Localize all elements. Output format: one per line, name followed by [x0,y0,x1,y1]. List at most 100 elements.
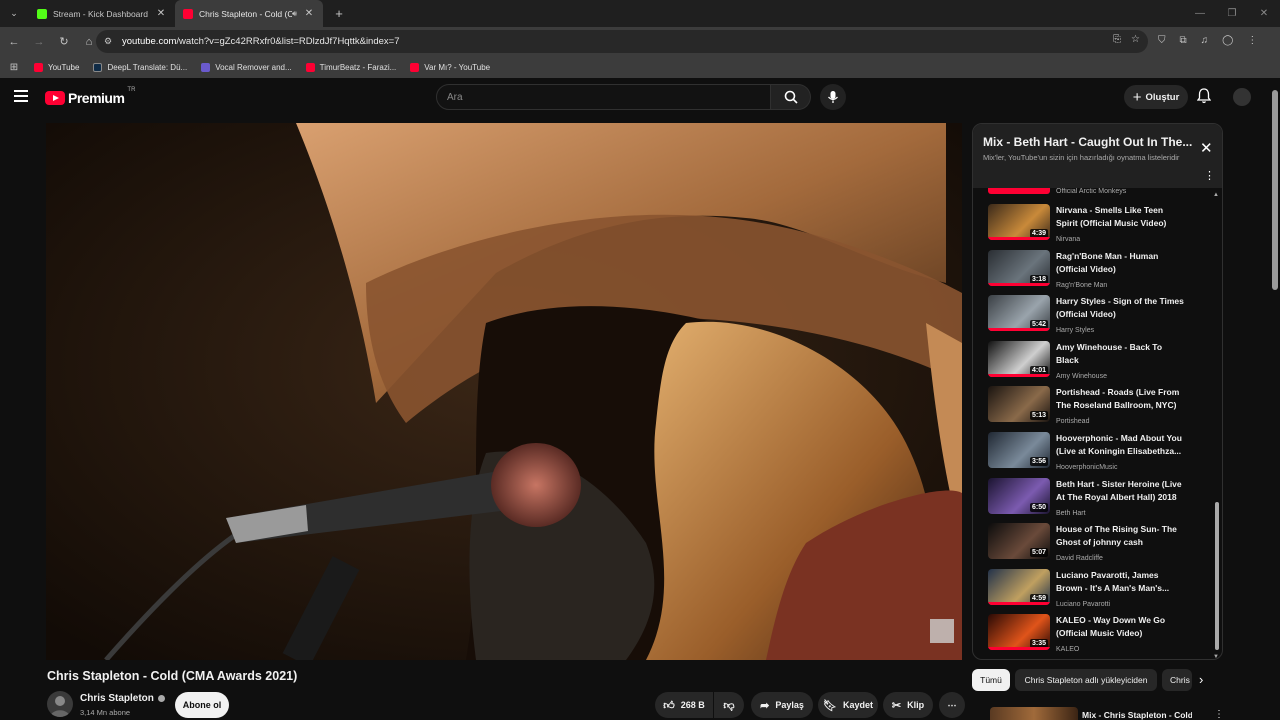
close-tab-icon[interactable]: ✕ [155,8,167,19]
bookmark-deepl[interactable]: DeepL Translate: Dü... [93,62,187,72]
apps-grid-icon[interactable]: ⊞ [2,62,26,73]
bookmark-label: YouTube [48,62,80,72]
playlist-item-thumbnail[interactable]: 4:01 [988,340,1050,377]
bookmark-star-icon[interactable]: ☆ [1131,34,1140,45]
close-window-button[interactable]: ✕ [1248,0,1280,27]
dislike-button[interactable]: 👎︎ [714,692,744,718]
account-avatar[interactable] [1233,88,1251,106]
url-field[interactable]: ⚙ youtube.com/watch?v=gZc42RRxfr0&list=R… [96,30,1148,53]
reload-button[interactable]: ↻ [53,35,75,48]
recommendation-thumbnail[interactable] [990,707,1078,720]
playlist-item-thumbnail[interactable]: 3:56 [988,432,1050,468]
guide-menu-icon[interactable] [14,90,28,102]
close-tab-icon[interactable]: ✕ [303,8,315,19]
search-button[interactable] [771,84,811,110]
duration-badge: 5:13 [1029,411,1048,421]
save-button[interactable]: 🔖︎ Kaydet [818,692,878,718]
playlist-item-thumbnail[interactable]: 4:59 [988,568,1050,605]
playlist-item[interactable]: 4:59 Luciano Pavarotti, James Brown - It'… [988,568,1213,611]
playlist-item[interactable]: 5:42 Harry Styles - Sign of the Times (Of… [988,295,1213,337]
tab-kick-dashboard[interactable]: Stream - Kick Dashboard ✕ [29,0,175,27]
scroll-up-icon[interactable]: ▲ [1213,192,1219,198]
close-playlist-icon[interactable]: ✕ [1200,139,1213,157]
bookmark-vocal-remover[interactable]: Vocal Remover and... [201,62,292,72]
youtube-play-logo-icon [45,91,65,105]
playlist-item-thumbnail[interactable]: 4:39 [988,204,1050,240]
extensions-icon[interactable]: ⧉ [1180,35,1187,46]
share-button[interactable]: ➦ Paylaş [751,692,813,718]
window-controls: — ❐ ✕ [1184,0,1280,27]
channel-name[interactable]: Chris Stapleton [80,693,165,704]
playlist-item-thumbnail[interactable]: 5:07 [988,523,1050,560]
tab-youtube-video[interactable]: Chris Stapleton - Cold (CM 🔊︎ ✕ [175,0,323,27]
channel-avatar[interactable] [47,691,73,717]
recommendation-more-icon[interactable]: ⋮ [1214,709,1224,720]
profile-icon[interactable]: ◯ [1222,35,1233,46]
watched-progress-bar [988,282,1050,286]
playlist-scroll-thumb[interactable] [1215,502,1219,650]
playlist-item-thumbnail[interactable]: 3:35 [988,614,1050,651]
page-scrollbar[interactable] [1270,78,1280,720]
country-code: TR [127,87,136,93]
more-actions-button[interactable]: ⋯ [939,692,965,718]
partial-item-thumbnail[interactable] [988,188,1050,194]
playlist-item[interactable]: 5:07 House of The Rising Sun- The Ghost o… [988,523,1213,565]
playlist-item-thumbnail[interactable]: 3:18 [988,249,1050,286]
playlist-more-icon[interactable]: ⋮ [1204,169,1215,182]
playlist-item-thumbnail[interactable]: 6:50 [988,477,1050,514]
voice-search-button[interactable] [820,84,846,110]
clip-button[interactable]: ✂ Klip [883,692,933,718]
playlist-item-thumbnail[interactable]: 5:42 [988,295,1050,332]
chip-chris[interactable]: Chris [1162,669,1192,691]
playlist-item[interactable]: 3:35 KALEO - Way Down We Go (Official Mus… [988,614,1213,656]
scroll-down-icon[interactable]: ▼ [1213,654,1219,659]
save-label: Kaydet [842,700,873,710]
browser-menu-icon[interactable]: ⋮ [1247,35,1257,46]
notifications-button[interactable] [1196,88,1212,109]
maximize-button[interactable]: ❐ [1216,0,1248,27]
tab-search-button[interactable]: ⌄ [3,4,25,24]
playlist-item-title: Harry Styles - Sign of the Times (Offici… [1056,296,1184,320]
media-control-icon[interactable]: ♫ [1201,35,1209,46]
playlist-item-thumbnail[interactable]: 5:13 [988,386,1050,423]
like-button[interactable]: 👍︎ 268 B [655,692,713,718]
bookmark-var-mi[interactable]: Var Mı? - YouTube [410,62,490,72]
video-player[interactable] [46,123,962,660]
youtube-premium-logo[interactable]: Premium TR [45,87,136,106]
watched-progress-bar [988,647,1050,651]
chip-uploader[interactable]: Chris Stapleton adlı yükleyiciden [1015,669,1157,691]
scissors-icon: ✂ [891,699,902,712]
playlist-item[interactable]: 5:13 Portishead - Roads (Live From The Ro… [988,386,1213,428]
playlist-item-title: Rag'n'Bone Man - Human (Official Video) [1056,250,1159,274]
cast-icon[interactable]: ⎘ [1113,34,1121,45]
vocal-remover-icon [201,62,211,72]
create-button[interactable]: + Oluştur [1124,85,1188,109]
shield-icon[interactable]: ⛉ [1158,35,1166,46]
subscribe-button[interactable]: Abone ol [175,692,229,718]
playlist-title[interactable]: Mix - Beth Hart - Caught Out In The... [983,135,1193,149]
playlist-item[interactable]: 6:50 Beth Hart - Sister Heroine (Live At … [988,477,1213,520]
playlist-item[interactable]: 4:01 Amy Winehouse - Back To Black Amy Win… [988,340,1213,383]
new-tab-button[interactable]: + [329,6,349,21]
bookmark-timurbeatz[interactable]: TimurBeatz - Farazi... [305,62,397,72]
back-button[interactable]: ← [3,36,25,48]
search-input[interactable] [447,91,770,103]
speaker-icon[interactable]: 🔊︎ [292,9,297,19]
scrollbar-thumb[interactable] [1272,90,1278,290]
playlist-item[interactable]: 3:56 Hooverphonic - Mad About You (Live a… [988,432,1213,474]
url-host: youtube.com [122,36,177,47]
playlist-scrollbar[interactable]: ▲ ▼ [1213,192,1221,659]
site-info-icon[interactable]: ⚙ [104,36,120,47]
chip-all[interactable]: Tümü [972,669,1010,691]
minimize-button[interactable]: — [1184,0,1216,27]
like-count: 268 B [680,700,705,710]
channel-avatar-image [50,696,70,717]
chevron-right-icon[interactable]: › [1199,672,1203,687]
playlist-item[interactable]: 4:39 Nirvana - Smells Like Teen Spirit (O… [988,204,1213,246]
forward-button[interactable]: → [28,36,50,48]
playlist-item[interactable]: 3:18 Rag'n'Bone Man - Human (Official Vid… [988,249,1213,292]
channel-watermark[interactable] [930,619,954,643]
recommendation-title[interactable]: Mix - Chris Stapleton - Cold [1082,710,1192,720]
bookmark-youtube[interactable]: YouTube [34,62,80,72]
bookmark-label: TimurBeatz - Farazi... [319,62,397,72]
